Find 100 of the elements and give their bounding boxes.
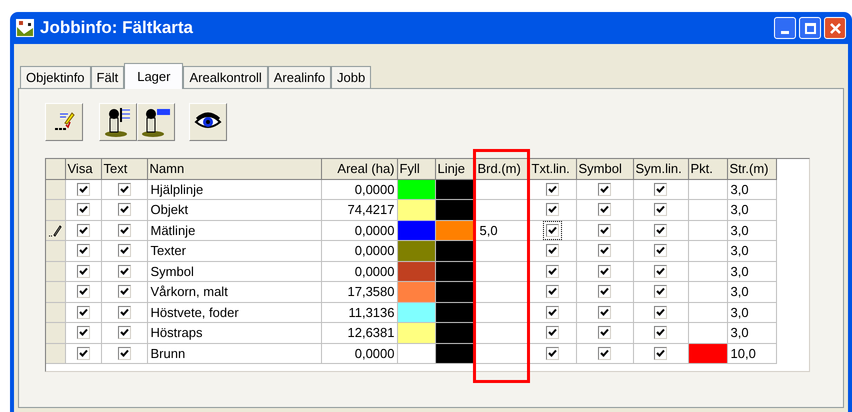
checkbox[interactable] (654, 285, 667, 298)
checkbox[interactable] (546, 182, 559, 196)
checkbox[interactable] (654, 182, 667, 196)
size-cell: 3,0 (727, 302, 776, 322)
tab[interactable]: Arealkontroll (183, 66, 268, 88)
checkbox[interactable] (598, 346, 611, 360)
checkbox[interactable] (76, 264, 90, 278)
column-header[interactable]: Brd.(m) (475, 159, 529, 179)
checkbox[interactable] (118, 182, 130, 196)
name-cell: Hjälplinje (147, 179, 321, 200)
checkbox[interactable] (546, 346, 559, 360)
checkbox[interactable] (118, 224, 130, 236)
column-header[interactable]: Fyll (397, 159, 435, 179)
point-swatch[interactable] (688, 343, 727, 364)
checkbox[interactable] (118, 326, 130, 339)
app-icon (16, 19, 34, 37)
fill-swatch[interactable] (397, 282, 435, 302)
checkbox[interactable] (598, 326, 611, 339)
checkbox[interactable] (546, 203, 559, 216)
name-cell: Mätlinje (147, 220, 321, 240)
column-header[interactable]: Namn (147, 159, 321, 179)
maximize-button[interactable] (799, 17, 821, 39)
column-header[interactable]: Sym.lin. (633, 159, 688, 179)
checkbox[interactable] (76, 182, 90, 196)
window-title: Jobbinfo: Fältkarta (40, 17, 194, 40)
checkbox[interactable] (654, 346, 667, 360)
checkbox[interactable] (76, 203, 90, 216)
fill-swatch[interactable] (397, 302, 435, 322)
tab[interactable]: Fält (90, 66, 124, 88)
checkbox[interactable] (598, 224, 611, 236)
column-header[interactable]: Pkt. (688, 159, 727, 179)
checkbox[interactable] (598, 264, 611, 278)
checkbox[interactable] (76, 326, 90, 339)
close-button[interactable] (824, 17, 846, 39)
tab[interactable]: Arealinfo (268, 66, 332, 88)
checkbox[interactable] (76, 244, 90, 257)
toolbar-button[interactable] (137, 103, 175, 141)
checkbox[interactable] (76, 224, 90, 236)
area-cell: 0,0000 (321, 179, 397, 200)
checkbox[interactable] (654, 224, 667, 236)
checkbox[interactable] (76, 306, 90, 318)
column-header[interactable]: Visa (65, 159, 101, 179)
checkbox[interactable] (546, 264, 559, 278)
checkbox[interactable] (76, 285, 90, 298)
figure-list-icon (104, 106, 132, 138)
checkbox[interactable] (654, 306, 667, 318)
checkbox[interactable] (654, 203, 667, 216)
size-cell: 10,0 (727, 343, 776, 364)
checkbox[interactable] (118, 346, 130, 360)
width-cell: 5,0 (475, 220, 529, 240)
column-header[interactable]: Txt.lin. (529, 159, 576, 179)
checkbox[interactable] (654, 326, 667, 339)
name-cell: Objekt (147, 200, 321, 220)
fill-swatch[interactable] (397, 261, 435, 282)
checkbox[interactable] (546, 244, 559, 257)
column-header[interactable]: Str.(m) (727, 159, 776, 179)
toolbar-button[interactable] (45, 103, 83, 141)
checkbox[interactable] (598, 203, 611, 216)
toolbar-button[interactable] (189, 103, 227, 141)
checkbox[interactable] (546, 326, 559, 339)
checkbox[interactable] (546, 285, 559, 298)
area-cell: 0,0000 (321, 261, 397, 282)
tab[interactable]: Objektinfo (20, 66, 91, 88)
fill-swatch[interactable] (397, 240, 435, 261)
fill-swatch[interactable] (397, 220, 435, 240)
checkbox[interactable] (598, 182, 611, 196)
column-header[interactable]: Text (101, 159, 147, 179)
checkbox[interactable] (546, 306, 559, 318)
checkbox[interactable] (598, 285, 611, 298)
area-cell: 74,4217 (321, 200, 397, 220)
row-header[interactable] (46, 220, 65, 240)
name-cell: Texter (147, 240, 321, 261)
tab[interactable]: Lager (124, 63, 184, 89)
checkbox[interactable] (118, 285, 130, 298)
area-cell: 0,0000 (321, 240, 397, 261)
checkbox[interactable] (118, 244, 130, 257)
checkbox[interactable] (76, 346, 90, 360)
size-cell: 3,0 (727, 179, 776, 200)
checkbox[interactable] (118, 203, 130, 216)
checkbox[interactable] (654, 264, 667, 278)
close-icon (830, 22, 840, 34)
checkbox[interactable] (118, 306, 130, 318)
minimize-button[interactable] (774, 17, 796, 39)
column-header[interactable]: Areal (ha) (321, 159, 397, 179)
column-header[interactable]: Symbol (576, 159, 633, 179)
checkbox[interactable] (598, 244, 611, 257)
fill-swatch[interactable] (397, 343, 435, 364)
fill-swatch[interactable] (397, 322, 435, 343)
checkbox[interactable] (118, 264, 130, 278)
fill-swatch[interactable] (397, 200, 435, 220)
tab[interactable]: Jobb (331, 66, 372, 88)
checkbox[interactable] (654, 244, 667, 257)
column-header[interactable]: Linje (435, 159, 475, 179)
size-cell: 3,0 (727, 282, 776, 302)
toolbar-button[interactable] (99, 103, 137, 141)
pencil-icon (48, 224, 62, 237)
area-cell: 0,0000 (321, 343, 397, 364)
area-cell: 17,3580 (321, 282, 397, 302)
checkbox[interactable] (598, 306, 611, 318)
fill-swatch[interactable] (397, 179, 435, 200)
